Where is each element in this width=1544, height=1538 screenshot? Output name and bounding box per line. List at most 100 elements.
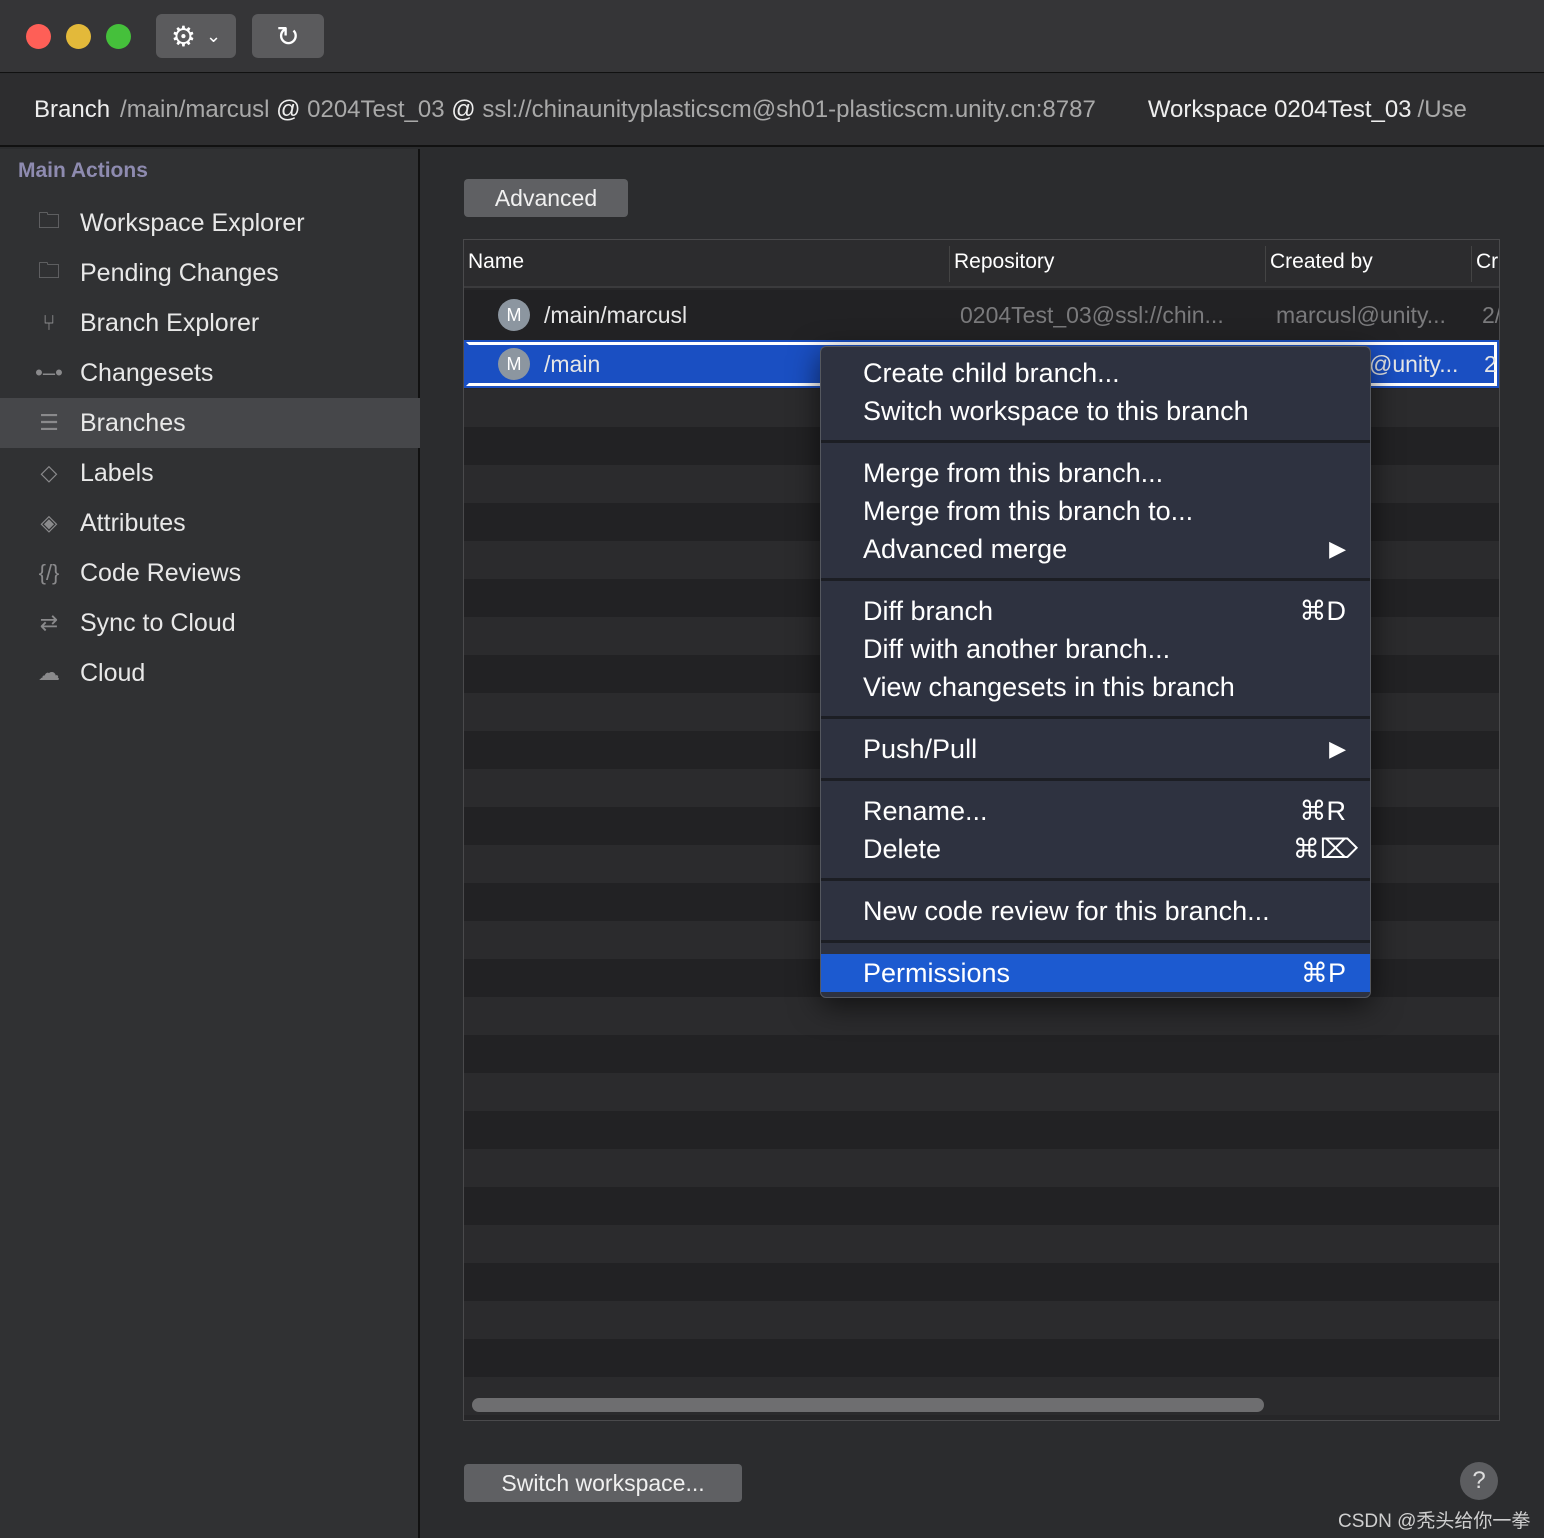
refresh-button[interactable]: ↻ [252, 14, 324, 58]
settings-menu-button[interactable]: ⚙ ⌄ [156, 14, 236, 58]
menu-item-delete[interactable]: Delete ⌘⌦ [821, 830, 1370, 868]
name-cell: M/main/marcusl [498, 290, 687, 340]
column-header-created-by[interactable]: Created by [1266, 250, 1373, 274]
menu-item-label: View changesets in this branch [863, 671, 1235, 702]
empty-row [464, 1339, 1499, 1377]
sidebar-item-label: Code Reviews [80, 558, 242, 587]
branch-name: /main/marcusl [544, 301, 688, 328]
horizontal-scrollbar[interactable] [472, 1398, 1264, 1412]
menu-item-new-code-review[interactable]: New code review for this branch... [821, 892, 1370, 930]
sidebar-item-pending-changes[interactable]: 🗀 Pending Changes [0, 248, 420, 298]
menu-item-label: Switch workspace to this branch [863, 395, 1249, 426]
server-address: ssl://chinaunityplasticscm@sh01-plastics… [482, 95, 1096, 123]
code-icon: {/} [38, 560, 60, 585]
zoom-window-button[interactable] [106, 24, 131, 49]
table-row[interactable]: M/main/marcusl 0204Test_03@ssl://chin...… [464, 290, 1499, 340]
sidebar-item-label: Attributes [80, 508, 186, 537]
sidebar-item-label: Labels [80, 458, 154, 487]
submenu-arrow-icon: ▶ [1329, 536, 1346, 561]
menu-item-push-pull[interactable]: Push/Pull ▶ [821, 730, 1370, 768]
close-window-button[interactable] [26, 24, 51, 49]
tag-icon: ◇ [40, 460, 58, 485]
menu-item-label: Push/Pull [863, 733, 978, 764]
menu-item-view-changesets[interactable]: View changesets in this branch [821, 668, 1370, 706]
changesets-icon: •–• [35, 360, 63, 385]
shortcut: ⌘P [1300, 957, 1346, 988]
watermark: CSDN @秃头给你一拳 [1338, 1511, 1531, 1532]
menu-item-label: Advanced merge [863, 533, 1068, 564]
sidebar-item-label: Sync to Cloud [80, 608, 236, 637]
menu-item-create-child-branch[interactable]: Create child branch... [821, 354, 1370, 392]
switch-workspace-button[interactable]: Switch workspace... [464, 1464, 742, 1502]
empty-row [464, 1187, 1499, 1225]
context-menu: Create child branch... Switch workspace … [820, 346, 1371, 998]
menu-item-label: Permissions [863, 957, 1011, 988]
branch-label: Branch [34, 95, 111, 123]
menu-item-merge-from-to[interactable]: Merge from this branch to... [821, 492, 1370, 530]
sidebar-item-sync-to-cloud[interactable]: ⇄ Sync to Cloud [0, 598, 420, 648]
submenu-arrow-icon: ▶ [1329, 736, 1346, 761]
menu-separator [821, 878, 1370, 881]
minimize-window-button[interactable] [66, 24, 91, 49]
advanced-button[interactable]: Advanced [464, 179, 628, 217]
branch-name: /main [544, 350, 601, 377]
workspace-path: /Use [1417, 95, 1467, 123]
column-header-created[interactable]: Cr [1472, 250, 1498, 274]
menu-separator [821, 940, 1370, 943]
pending-changes-icon: 🗀 [37, 258, 60, 283]
sidebar-item-attributes[interactable]: ◈ Attributes [0, 498, 420, 548]
menu-item-permissions[interactable]: Permissions ⌘P [821, 954, 1370, 992]
sidebar-item-workspace-explorer[interactable]: 🗀 Workspace Explorer [0, 198, 420, 248]
sidebar-item-code-reviews[interactable]: {/} Code Reviews [0, 548, 420, 598]
empty-row [464, 1149, 1499, 1187]
column-header-name[interactable]: Name [464, 250, 524, 274]
menu-item-advanced-merge[interactable]: Advanced merge ▶ [821, 530, 1370, 568]
menu-item-label: Merge from this branch to... [863, 495, 1194, 526]
sidebar-item-label: Branches [80, 408, 186, 437]
empty-row [464, 1263, 1499, 1301]
menu-item-label: Merge from this branch... [863, 457, 1164, 488]
menu-item-rename[interactable]: Rename... ⌘R [821, 792, 1370, 830]
created-cell: 2 [1484, 350, 1497, 377]
cloud-icon: ☁ [38, 660, 60, 685]
help-button[interactable]: ? [1460, 1462, 1498, 1500]
menu-item-label: New code review for this branch... [863, 895, 1270, 926]
sidebar-item-branch-explorer[interactable]: ⑂ Branch Explorer [0, 298, 420, 348]
sidebar-item-labels[interactable]: ◇ Labels [0, 448, 420, 498]
sidebar-item-cloud[interactable]: ☁ Cloud [0, 648, 420, 698]
repository-cell: 0204Test_03@ssl://chin... [960, 301, 1224, 328]
menu-item-label: Diff branch [863, 595, 994, 626]
menu-item-label: Delete [863, 833, 942, 864]
menu-item-diff-with-another[interactable]: Diff with another branch... [821, 630, 1370, 668]
created-cell: 2/ [1482, 301, 1500, 328]
sidebar-item-label: Pending Changes [80, 258, 279, 287]
menu-item-merge-from[interactable]: Merge from this branch... [821, 454, 1370, 492]
refresh-icon: ↻ [276, 20, 300, 52]
menu-item-switch-workspace[interactable]: Switch workspace to this branch [821, 392, 1370, 430]
at-sign: @ [451, 95, 476, 123]
empty-row [464, 1035, 1499, 1073]
empty-row [464, 1225, 1499, 1263]
menu-item-label: Create child branch... [863, 357, 1120, 388]
avatar: M [498, 348, 530, 380]
sync-icon: ⇄ [39, 610, 59, 635]
sidebar-heading: Main Actions [18, 159, 148, 182]
empty-row [464, 1073, 1499, 1111]
attribute-tag-icon: ◈ [40, 510, 58, 535]
menu-separator [821, 578, 1370, 581]
sidebar-item-label: Branch Explorer [80, 308, 260, 337]
menu-item-diff-branch[interactable]: Diff branch ⌘D [821, 592, 1370, 630]
sidebar-item-changesets[interactable]: •–• Changesets [0, 348, 420, 398]
name-cell: M/main [498, 345, 600, 383]
column-header-repository[interactable]: Repository [950, 250, 1054, 274]
created-by-cell: @unity... [1369, 350, 1459, 377]
branch-explorer-icon: ⑂ [42, 310, 56, 335]
sidebar: Main Actions 🗀 Workspace Explorer 🗀 Pendin… [0, 149, 420, 1538]
branch-path: /main/marcusl [120, 95, 270, 123]
sidebar-item-label: Cloud [80, 658, 146, 687]
sidebar-item-label: Changesets [80, 358, 214, 387]
sidebar-item-branches[interactable]: ☰ Branches [0, 398, 420, 448]
workspace-info-bar: Branch /main/marcusl @ 0204Test_03 @ ssl… [0, 74, 1544, 147]
menu-item-label: Rename... [863, 795, 988, 826]
shortcut: ⌘⌦ [1292, 833, 1358, 864]
